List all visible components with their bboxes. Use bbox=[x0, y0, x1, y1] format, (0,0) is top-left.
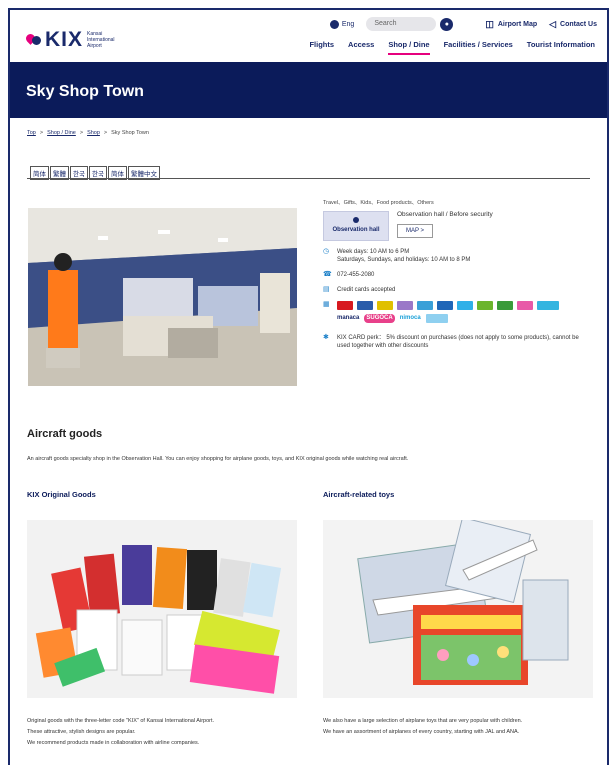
card-logo-icon bbox=[417, 301, 433, 310]
map-icon: ◫ bbox=[485, 18, 494, 29]
map-button[interactable]: MAP > bbox=[397, 224, 434, 238]
toys-title: Aircraft-related toys bbox=[323, 490, 395, 499]
ic-cards-row: ▦ manaca SUGOCA nimoca bbox=[323, 301, 593, 327]
hours-weekend: Saturdays, Sundays, and holidays: 10 AM … bbox=[337, 257, 471, 263]
shop-categories: Travel、Gifts、Kids、Food products、Others bbox=[323, 200, 434, 206]
utility-bar: Eng Search ● ◫ Airport Map ◁ Contact Us bbox=[329, 17, 597, 31]
title-banner: Sky Shop Town bbox=[10, 62, 607, 118]
nav-tourist-info[interactable]: Tourist Information bbox=[527, 40, 595, 55]
hours-row: ◷ Week days: 10 AM to 6 PM Saturdays, Su… bbox=[323, 248, 593, 264]
payment-text: Credit cards accepted bbox=[337, 287, 396, 293]
clock-icon: ◷ bbox=[323, 248, 330, 255]
ic-card-icon: ▦ bbox=[323, 301, 330, 308]
airplane-toys-photo bbox=[323, 520, 593, 698]
nav-access[interactable]: Access bbox=[348, 40, 374, 55]
toys-text-2: We have an assortment of airplanes of ev… bbox=[323, 729, 520, 735]
shop-interior-photo bbox=[28, 208, 297, 386]
site-header: KIX Kansai International Airport Eng Sea… bbox=[10, 10, 607, 62]
card-logo-icon bbox=[397, 301, 413, 310]
contact-label: Contact Us bbox=[560, 20, 597, 28]
airport-map-link[interactable]: ◫ Airport Map bbox=[485, 19, 537, 30]
perk-text: KIX CARD perk： 5% discount on purchases … bbox=[337, 335, 579, 349]
main-nav: Flights Access Shop / Dine Facilities / … bbox=[295, 40, 595, 55]
card-logo-icon bbox=[517, 301, 533, 310]
card-logo-icon bbox=[377, 301, 393, 310]
hall-label: Observation hall bbox=[332, 227, 380, 233]
credit-card-icon: ▤ bbox=[323, 286, 330, 293]
page-frame: KIX Kansai International Airport Eng Sea… bbox=[8, 8, 609, 765]
nav-shop-dine[interactable]: Shop / Dine bbox=[388, 40, 430, 55]
breadcrumb: Top > Shop / Dine > Shop > Sky Shop Town bbox=[27, 130, 149, 136]
perk-row: ✱ KIX CARD perk： 5% discount on purchase… bbox=[323, 334, 593, 350]
payment-row: ▤ Credit cards accepted bbox=[323, 286, 593, 294]
breadcrumb-shop-dine[interactable]: Shop / Dine bbox=[47, 130, 76, 136]
section-title: Aircraft goods bbox=[27, 428, 103, 440]
language-switch[interactable]: Eng bbox=[342, 21, 354, 28]
toys-text-1: We also have a large selection of airpla… bbox=[323, 718, 523, 724]
card-logo-icon bbox=[357, 301, 373, 310]
kix-goods-title: KIX Original Goods bbox=[27, 490, 96, 499]
card-logo-icon bbox=[537, 301, 559, 310]
search-button[interactable]: ● bbox=[440, 17, 454, 31]
card-logo-icon bbox=[437, 301, 453, 310]
location-row: Observation hall Observation hall / Befo… bbox=[323, 211, 593, 241]
manaca-logo: manaca bbox=[337, 315, 360, 321]
gift-icon: ✱ bbox=[323, 334, 329, 341]
breadcrumb-separator: > bbox=[79, 130, 84, 136]
megaphone-icon: ◁ bbox=[549, 18, 557, 29]
nav-facilities[interactable]: Facilities / Services bbox=[444, 40, 513, 55]
card-logo-icon bbox=[457, 301, 473, 310]
location-text: Observation hall / Before security bbox=[397, 211, 493, 218]
page-title: Sky Shop Town bbox=[26, 83, 144, 100]
nimoca-logo: nimoca bbox=[399, 315, 421, 321]
breadcrumb-current: Sky Shop Town bbox=[111, 130, 149, 136]
sugoca-logo: SUGOCA bbox=[364, 314, 395, 323]
section-description: An aircraft goods specialty shop in the … bbox=[27, 456, 409, 462]
logo-subtitle: Kansai International Airport bbox=[87, 31, 115, 49]
kix-goods-text: Original goods with the three-letter cod… bbox=[27, 716, 214, 749]
card-logo-icon bbox=[497, 301, 513, 310]
breadcrumb-separator: > bbox=[103, 130, 108, 136]
globe-icon bbox=[329, 19, 339, 29]
logo-text: KIX bbox=[45, 28, 84, 51]
logo-mark-icon bbox=[24, 32, 42, 48]
nav-flights[interactable]: Flights bbox=[309, 40, 334, 55]
location-pin-icon bbox=[353, 217, 359, 223]
phone-row: ☎ 072-455-2080 bbox=[323, 271, 593, 279]
kix-goods-text-3: We recommend products made in collaborat… bbox=[27, 740, 200, 746]
card-logo-icon bbox=[337, 301, 353, 310]
kix-logo[interactable]: KIX Kansai International Airport bbox=[24, 28, 121, 52]
phone-icon: ☎ bbox=[323, 271, 332, 278]
hours-weekday: Week days: 10 AM to 6 PM bbox=[337, 249, 410, 255]
card-logo-icon bbox=[477, 301, 493, 310]
breadcrumb-separator: > bbox=[39, 130, 44, 136]
ic-card-logos: manaca SUGOCA nimoca bbox=[337, 301, 577, 327]
kix-goods-text-1: Original goods with the three-letter cod… bbox=[27, 718, 215, 724]
airport-map-label: Airport Map bbox=[497, 20, 538, 28]
toys-text: We also have a large selection of airpla… bbox=[323, 716, 522, 738]
phone-number[interactable]: 072-455-2080 bbox=[337, 271, 374, 279]
kix-goods-photo bbox=[27, 520, 297, 698]
contact-link[interactable]: ◁ Contact Us bbox=[549, 19, 597, 30]
search-input[interactable]: Search bbox=[366, 17, 437, 31]
shop-info-panel: Travel、Gifts、Kids、Food products、Others O… bbox=[323, 198, 593, 350]
breadcrumb-shop[interactable]: Shop bbox=[87, 130, 100, 136]
location-detail: Observation hall / Before security MAP > bbox=[397, 211, 493, 238]
hall-badge: Observation hall bbox=[323, 211, 389, 241]
card-logo-icon bbox=[425, 314, 448, 323]
tab-divider bbox=[27, 178, 590, 179]
kix-goods-text-2: These attractive, stylish designs are po… bbox=[27, 729, 136, 735]
breadcrumb-top[interactable]: Top bbox=[27, 130, 36, 136]
